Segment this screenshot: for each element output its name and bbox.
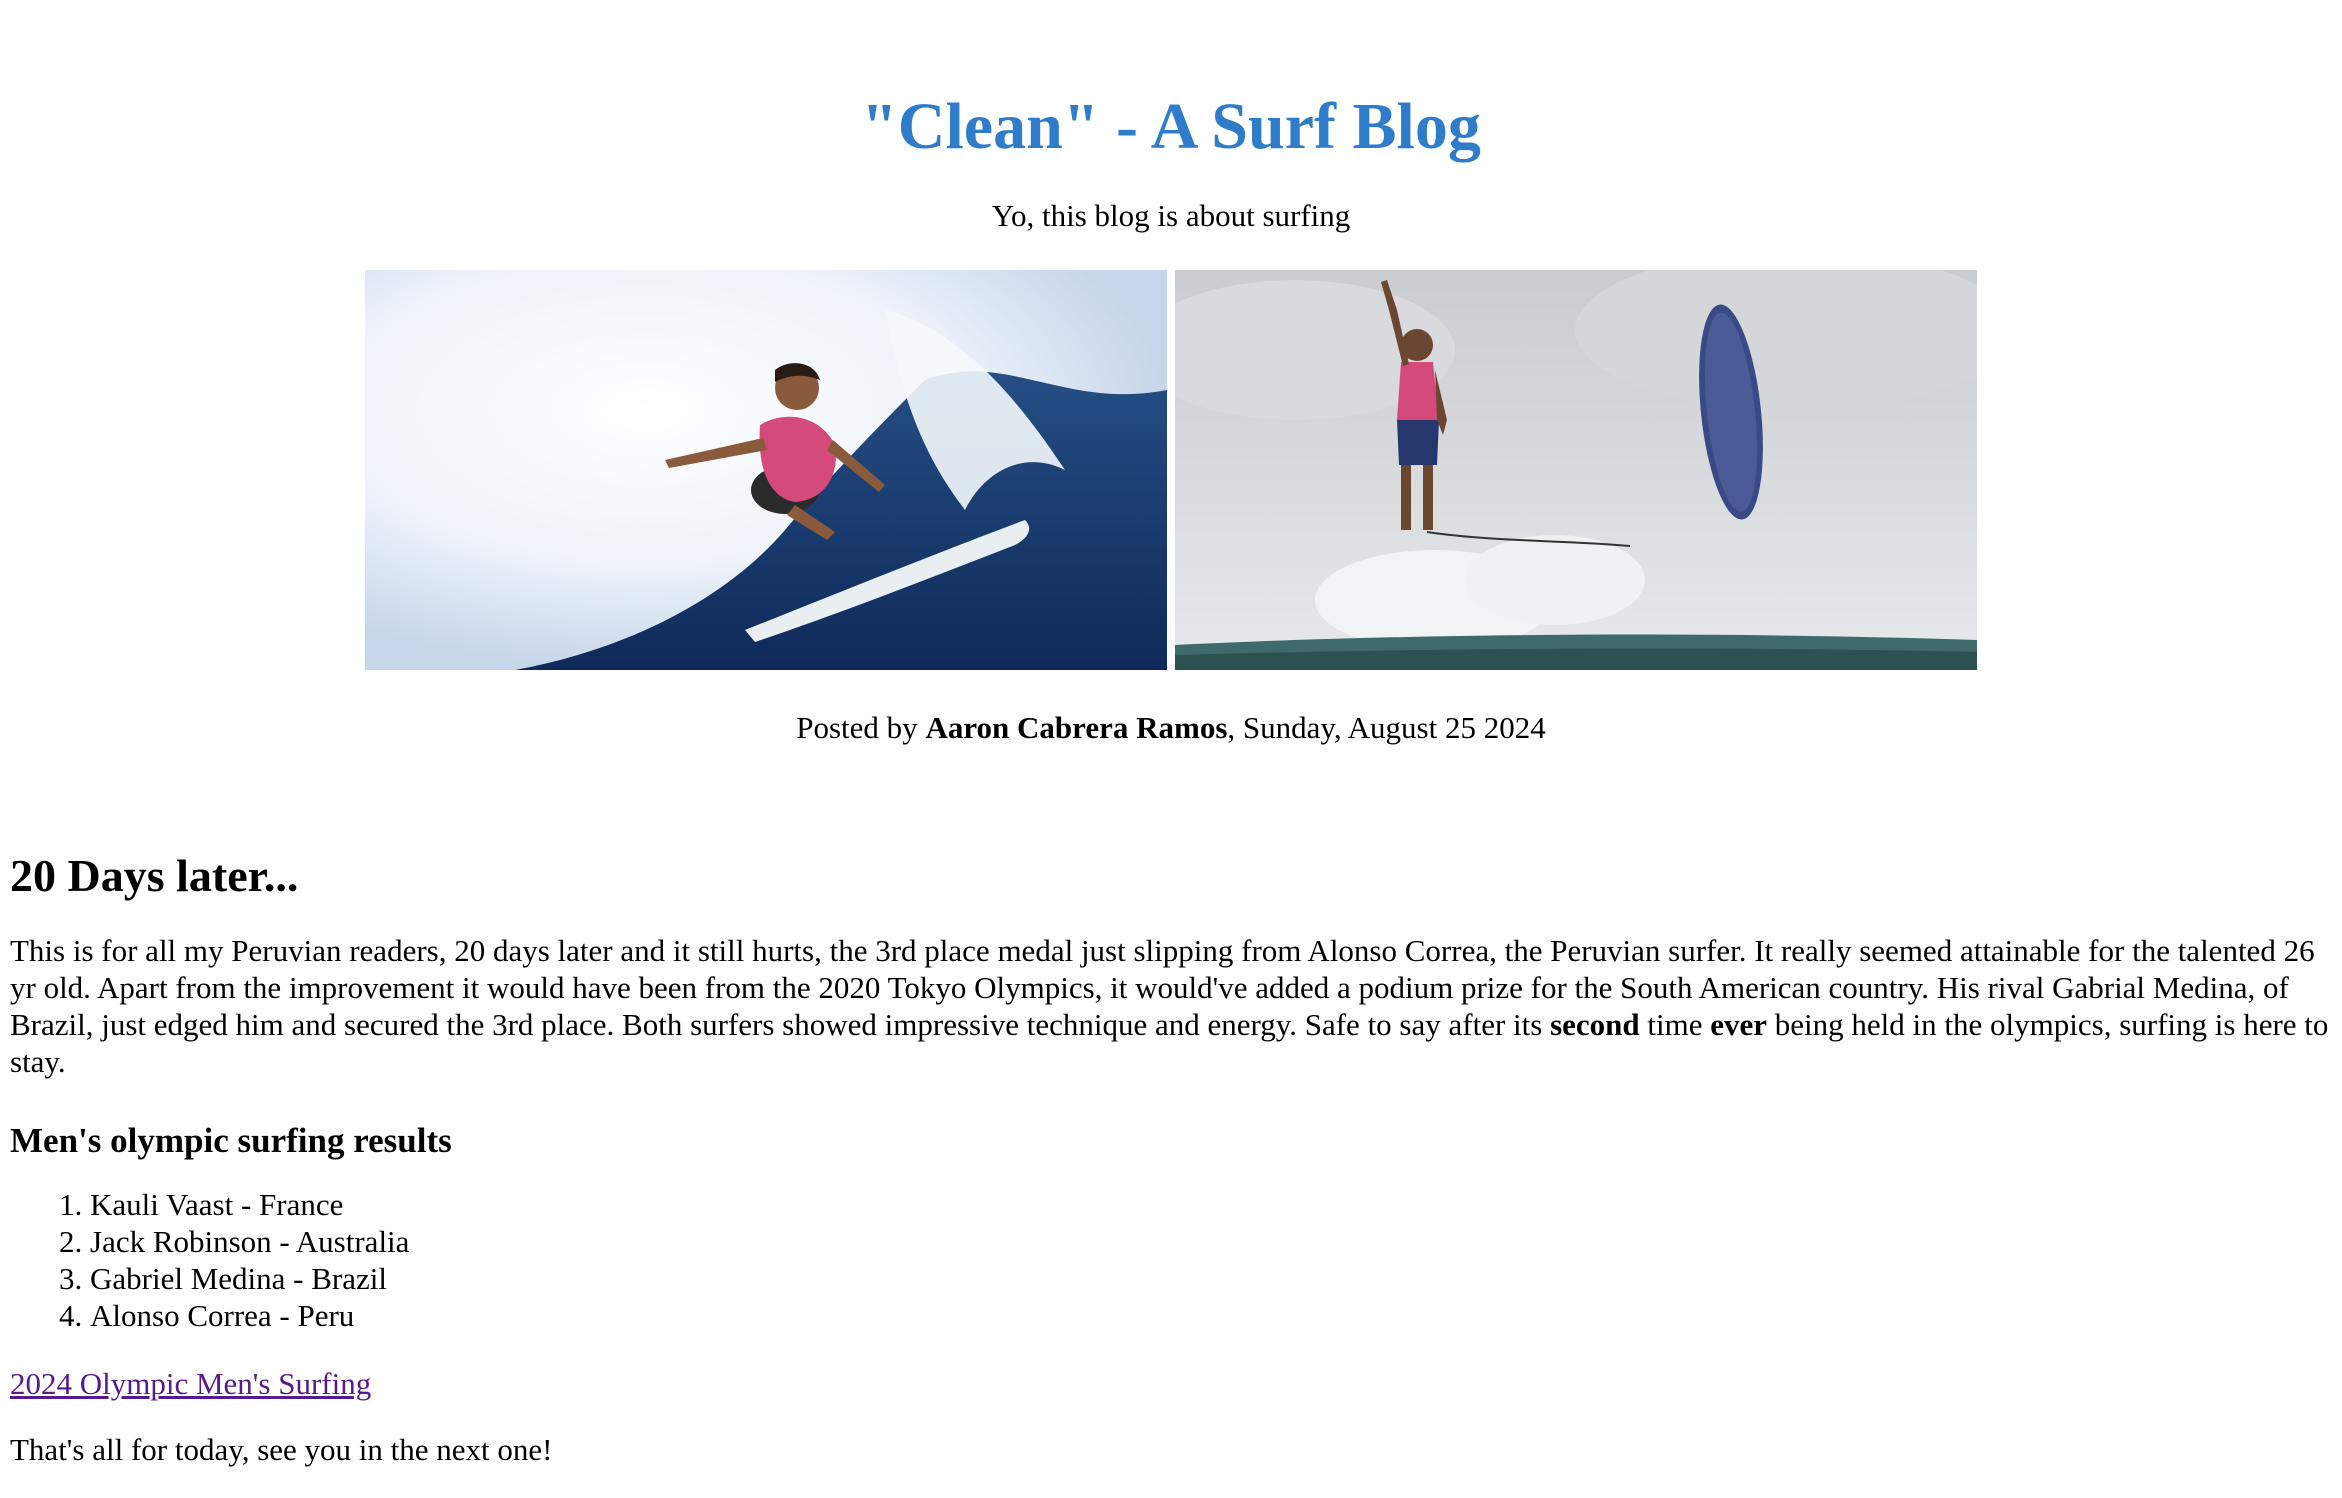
blog-post: 20 Days later... This is for all my Peru… [0,848,2342,1470]
byline-date: , Sunday, August 25 2024 [1227,710,1546,745]
byline-prefix: Posted by [796,710,926,745]
photo-gallery [0,270,2342,670]
surfer-jumping-photo [1175,270,1977,670]
blog-header: "Clean" - A Surf Blog Yo, this blog is a… [0,0,2342,236]
post-body-text-2: time [1639,1007,1711,1042]
byline-author: Aaron Cabrera Ramos [925,710,1228,745]
post-body: This is for all my Peruvian readers, 20 … [10,932,2332,1080]
results-list: Kauli Vaast - France Jack Robinson - Aus… [10,1186,2332,1334]
surfer-jumping-image [1175,270,1977,670]
post-body-emphasis-ever: ever [1710,1007,1768,1042]
results-list-item: Alonso Correa - Peru [90,1297,2332,1334]
results-title: Men's olympic surfing results [10,1121,452,1160]
results-list-item: Gabriel Medina - Brazil [90,1260,2332,1297]
post-signoff: That's all for today, see you in the nex… [10,1432,553,1467]
post-byline: Posted by Aaron Cabrera Ramos, Sunday, A… [0,708,2342,748]
results-list-item: Kauli Vaast - France [90,1186,2332,1223]
surfer-carving-wave-image [365,270,1167,670]
surfer-carving-wave-photo [365,270,1167,670]
post-body-emphasis-second: second [1550,1007,1640,1042]
olympic-mens-surfing-link[interactable]: 2024 Olympic Men's Surfing [10,1364,371,1404]
results-list-item: Jack Robinson - Australia [90,1223,2332,1260]
blog-title: "Clean" - A Surf Blog [861,90,1481,163]
blog-subtitle: Yo, this blog is about surfing [991,198,1351,233]
post-title: 20 Days later... [10,850,299,901]
